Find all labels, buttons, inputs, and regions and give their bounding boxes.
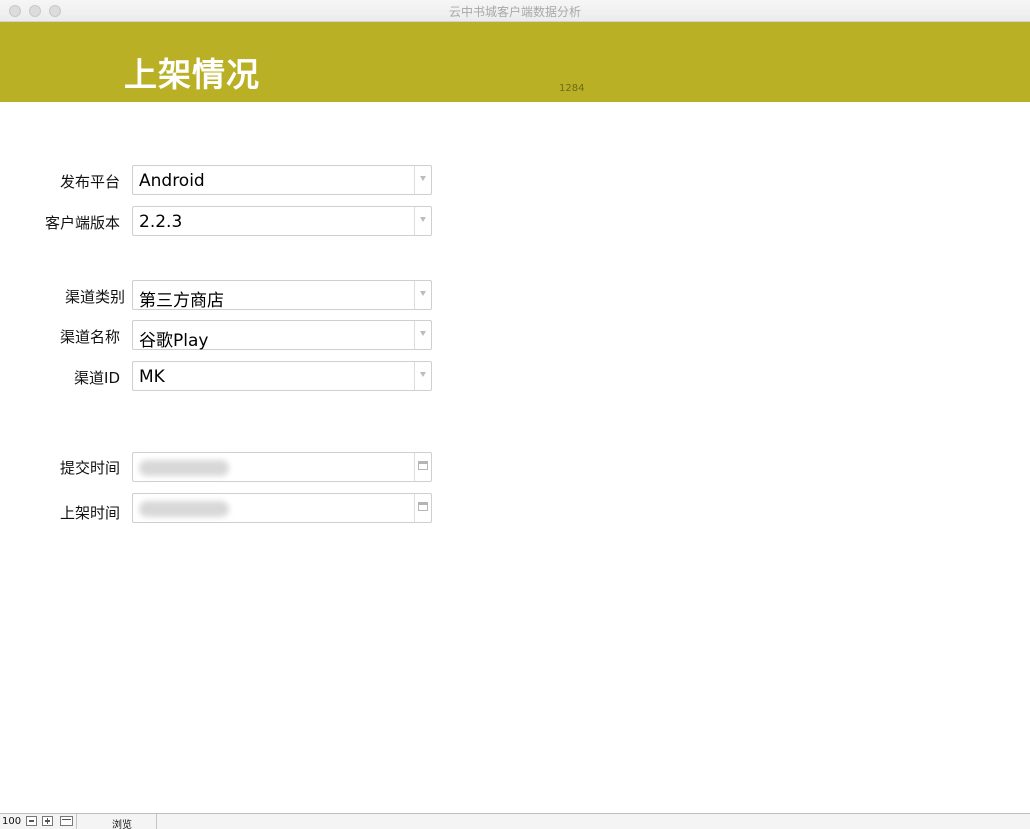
chevron-down-icon [420,217,426,222]
submit-time-field[interactable] [132,452,432,482]
channel-name-label: 渠道名称 [59,328,120,346]
app-window: 云中书城客户端数据分析 上架情况 1284 发布平台 Android 客户端版本… [0,0,1030,829]
calendar-icon [418,461,428,470]
zoom-out-icon[interactable] [26,816,37,826]
listing-time-field[interactable] [132,493,432,523]
client-version-value: 2.2.3 [139,212,183,232]
chevron-down-icon [420,176,426,181]
zoom-level[interactable]: 100 [2,816,21,827]
status-bar: 100 浏览 [0,813,1030,829]
status-divider [156,814,157,829]
chevron-down-icon [420,331,426,336]
channel-type-dropdown-arrow[interactable] [414,281,431,309]
listing-time-calendar-button[interactable] [414,494,431,522]
platform-dropdown[interactable]: Android [132,165,432,195]
channel-id-dropdown-arrow[interactable] [414,362,431,390]
client-version-label: 客户端版本 [44,214,120,232]
channel-id-label: 渠道ID [74,369,120,387]
submit-time-calendar-button[interactable] [414,453,431,481]
platform-value: Android [139,171,205,191]
status-divider [76,814,77,829]
window-title: 云中书城客户端数据分析 [448,5,581,19]
channel-id-value: MK [139,367,165,387]
redacted-value [139,460,229,476]
record-number: 1284 [559,83,585,94]
toggle-toolbar-icon[interactable] [60,816,73,826]
mode-label[interactable]: 浏览 [112,816,132,829]
submit-time-label: 提交时间 [59,459,120,477]
calendar-icon [418,502,428,511]
channel-name-value: 谷歌Play [139,331,209,351]
channel-name-dropdown-arrow[interactable] [414,321,431,349]
page-title: 上架情况 [124,55,260,94]
header-band: 上架情况 1284 [0,22,1030,102]
chevron-down-icon [420,372,426,377]
client-version-dropdown[interactable]: 2.2.3 [132,206,432,236]
channel-type-value: 第三方商店 [139,291,224,311]
redacted-value [139,501,229,517]
listing-time-label: 上架时间 [59,504,120,522]
chevron-down-icon [420,291,426,296]
zoom-in-icon[interactable] [42,816,53,826]
channel-name-dropdown[interactable]: 谷歌Play [132,320,432,351]
platform-dropdown-arrow[interactable] [414,166,431,194]
channel-type-dropdown[interactable]: 第三方商店 [132,280,432,311]
client-version-dropdown-arrow[interactable] [414,207,431,235]
platform-label: 发布平台 [59,173,120,191]
channel-type-label: 渠道类别 [64,288,125,306]
channel-id-dropdown[interactable]: MK [132,361,432,391]
title-bar: 云中书城客户端数据分析 [0,0,1030,22]
